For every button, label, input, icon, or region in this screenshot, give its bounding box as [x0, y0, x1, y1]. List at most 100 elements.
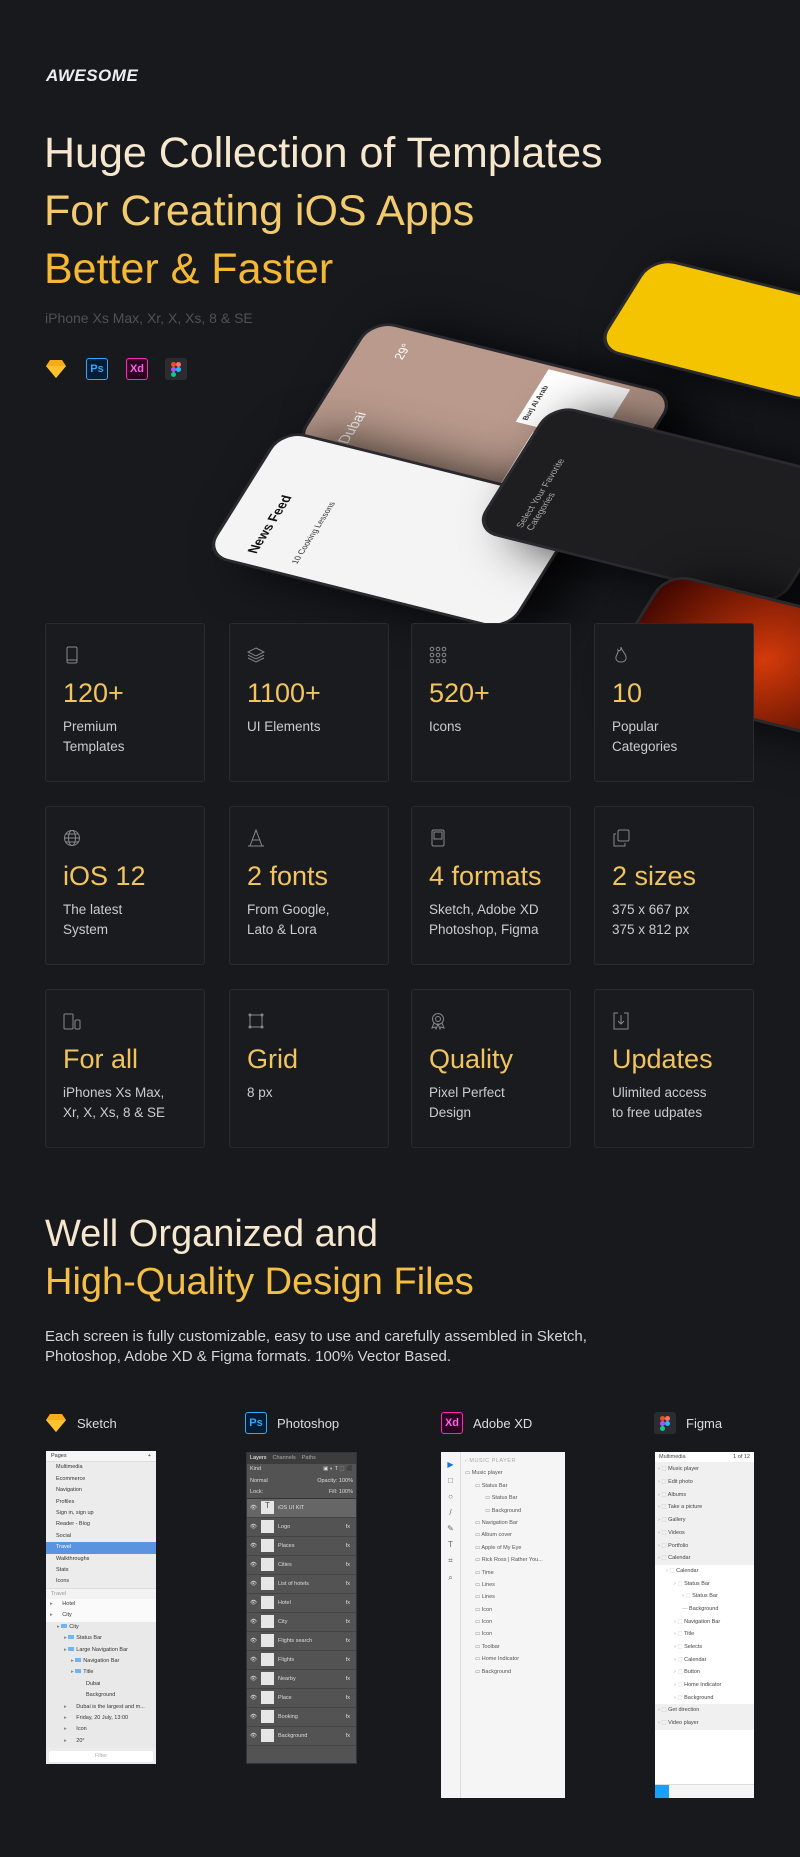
eye-icon[interactable]: 👁	[250, 1600, 257, 1606]
layer-item[interactable]: ▭ Background	[465, 1505, 565, 1517]
blend-mode-select[interactable]: Normal	[250, 1478, 268, 1484]
pen-tool-icon[interactable]: ✎	[447, 1524, 454, 1533]
ps-tab[interactable]: Layers	[250, 1453, 267, 1464]
layer-item[interactable]: ▭ Background	[465, 1666, 565, 1678]
layer-item[interactable]: ▭ Lines	[465, 1591, 565, 1603]
layer-item[interactable]: › ⬚ Selects	[655, 1641, 754, 1654]
zoom-tool-icon[interactable]: ⌕	[448, 1573, 452, 1583]
layer-item[interactable]: › ⬚ Button	[655, 1666, 754, 1680]
layer-item[interactable]: › ⬚ Music player	[655, 1463, 754, 1477]
layer-item[interactable]: Dubai	[46, 1678, 156, 1691]
ps-layer-row[interactable]: 👁 TiOS UI KIT	[247, 1498, 356, 1518]
page-item[interactable]: Navigation	[46, 1485, 156, 1496]
layer-item[interactable]: ▸ Friday, 20 July, 13:00	[46, 1712, 156, 1725]
page-item[interactable]: Multimedia	[46, 1462, 156, 1473]
page-item[interactable]: Icons	[46, 1576, 156, 1587]
artboard-tool-icon[interactable]: ⌗	[448, 1556, 453, 1566]
eye-icon[interactable]: 👁	[250, 1581, 257, 1587]
kind-filter[interactable]: Kind	[250, 1466, 261, 1472]
layer-item[interactable]: › ⬚ Albums	[655, 1488, 754, 1502]
select-tool-icon[interactable]: ▶	[447, 1460, 453, 1469]
layer-item[interactable]: › ⬚ Edit photo	[655, 1476, 754, 1489]
layer-item[interactable]: Background	[46, 1690, 156, 1702]
eye-icon[interactable]: 👁	[250, 1638, 257, 1644]
layer-item[interactable]: ▭ Icon	[465, 1616, 565, 1628]
layer-item[interactable]: › ⬚ Videos	[655, 1526, 754, 1540]
layer-item[interactable]: › ⬚ Take a picture	[655, 1501, 754, 1515]
filter-input[interactable]: Filter	[49, 1750, 153, 1762]
ps-layer-row[interactable]: 👁 City fx	[247, 1613, 356, 1632]
layers-tab-icon[interactable]	[655, 1785, 669, 1798]
page-item[interactable]: Travel	[46, 1542, 156, 1554]
ps-layer-row[interactable]: 👁 Place fx	[247, 1689, 356, 1708]
layer-item[interactable]: ▭ Time	[465, 1567, 565, 1579]
layer-item[interactable]: ▸ Hotel	[46, 1599, 156, 1611]
layer-item[interactable]: › ⬚ Background	[655, 1691, 754, 1705]
layer-item[interactable]: ▸ Icon	[46, 1724, 156, 1736]
eye-icon[interactable]: 👁	[250, 1676, 257, 1682]
page-item[interactable]: Profiles	[46, 1497, 156, 1508]
layer-item[interactable]: › ⬚ Title	[655, 1628, 754, 1642]
layer-item[interactable]: ▭ Rick Ross | Rather You...	[465, 1554, 565, 1566]
ps-layer-row[interactable]: 👁 Flights search fx	[247, 1632, 356, 1651]
ps-layer-row[interactable]: 👁 Cities fx	[247, 1556, 356, 1575]
layer-item[interactable]: › ⬚ Home Indicator	[655, 1679, 754, 1692]
eye-icon[interactable]: 👁	[250, 1524, 257, 1530]
ps-layer-row[interactable]: 👁 Background fx	[247, 1727, 356, 1746]
layer-item[interactable]: ▸ City	[46, 1621, 156, 1634]
eye-icon[interactable]: 👁	[250, 1733, 257, 1739]
eye-icon[interactable]: 👁	[250, 1619, 257, 1625]
layer-item[interactable]: ▭ Album cover	[465, 1529, 565, 1541]
ps-tab[interactable]: Paths	[302, 1453, 316, 1464]
page-item[interactable]: Ecommerce	[46, 1474, 156, 1485]
layer-item[interactable]: › ⬚ Calendar	[655, 1552, 754, 1565]
layer-item[interactable]: ▭ Status Bar	[465, 1492, 565, 1504]
layer-item[interactable]: ▸ 20°	[46, 1735, 156, 1748]
line-tool-icon[interactable]: /	[449, 1508, 451, 1517]
ps-layer-row[interactable]: 👁 Places fx	[247, 1537, 356, 1556]
add-page-icon[interactable]: +	[148, 1451, 151, 1461]
layer-item[interactable]: ▭ Navigation Bar	[465, 1517, 565, 1529]
ps-layer-row[interactable]: 👁 Booking fx	[247, 1708, 356, 1727]
layer-item[interactable]: ▭ Icon	[465, 1628, 565, 1640]
eye-icon[interactable]: 👁	[250, 1562, 257, 1568]
layer-item[interactable]: › ⬚ Video player	[655, 1717, 754, 1730]
ps-layer-row[interactable]: 👁 Nearby fx	[247, 1670, 356, 1689]
layer-item[interactable]: ▸ City	[46, 1610, 156, 1622]
layer-item[interactable]: ▭ Home Indicator	[465, 1653, 565, 1665]
eye-icon[interactable]: 👁	[250, 1695, 257, 1701]
layer-item[interactable]: › ⬚ Status Bar	[655, 1590, 754, 1603]
eye-icon[interactable]: 👁	[250, 1714, 257, 1720]
layer-item[interactable]: ▸ Navigation Bar	[46, 1656, 156, 1668]
layer-item[interactable]: ▸ Dubai is the largest and m...	[46, 1701, 156, 1713]
ps-layer-row[interactable]: 👁 Logo fx	[247, 1518, 356, 1537]
page-item[interactable]: Sign in, sign up	[46, 1508, 156, 1519]
opacity-value[interactable]: 100%	[339, 1478, 353, 1484]
layer-item[interactable]: ▭ Icon	[465, 1604, 565, 1616]
eye-icon[interactable]: 👁	[250, 1657, 257, 1663]
layer-item[interactable]: ▭ Lines	[465, 1579, 565, 1591]
layer-item[interactable]: › ⬚ Calendar	[655, 1564, 754, 1578]
page-item[interactable]: Reader - Blog	[46, 1519, 156, 1530]
layer-item[interactable]: ▭ Toolbar	[465, 1641, 565, 1653]
layer-item[interactable]: ▸ Title	[46, 1667, 156, 1679]
layer-item[interactable]: — Background	[655, 1602, 754, 1616]
layer-item[interactable]: ▭ Status Bar	[465, 1480, 565, 1492]
ps-tab[interactable]: Channels	[273, 1453, 296, 1464]
layer-item[interactable]: ▭ Music player	[465, 1467, 565, 1479]
ps-layer-row[interactable]: 👁 Hotel fx	[247, 1594, 356, 1613]
eye-icon[interactable]: 👁	[250, 1543, 257, 1549]
layer-item[interactable]: › ⬚ Calendar	[655, 1653, 754, 1667]
eye-icon[interactable]: 👁	[250, 1505, 257, 1511]
layer-item[interactable]: › ⬚ Navigation Bar	[655, 1615, 754, 1629]
fill-value[interactable]: 100%	[339, 1489, 353, 1495]
ps-layer-row[interactable]: 👁 List of hotels fx	[247, 1575, 356, 1594]
layer-item[interactable]: ▭ Apple of My Eye	[465, 1542, 565, 1554]
figma-page-name[interactable]: Multimedia	[659, 1452, 686, 1462]
page-item[interactable]: Stats	[46, 1565, 156, 1576]
layer-item[interactable]: › ⬚ Status Bar	[655, 1577, 754, 1591]
page-item[interactable]: Walkthroughs	[46, 1554, 156, 1565]
page-item[interactable]: Social	[46, 1531, 156, 1542]
ellipse-tool-icon[interactable]: ○	[448, 1492, 453, 1501]
layer-item[interactable]: › ⬚ Gallery	[655, 1514, 754, 1527]
